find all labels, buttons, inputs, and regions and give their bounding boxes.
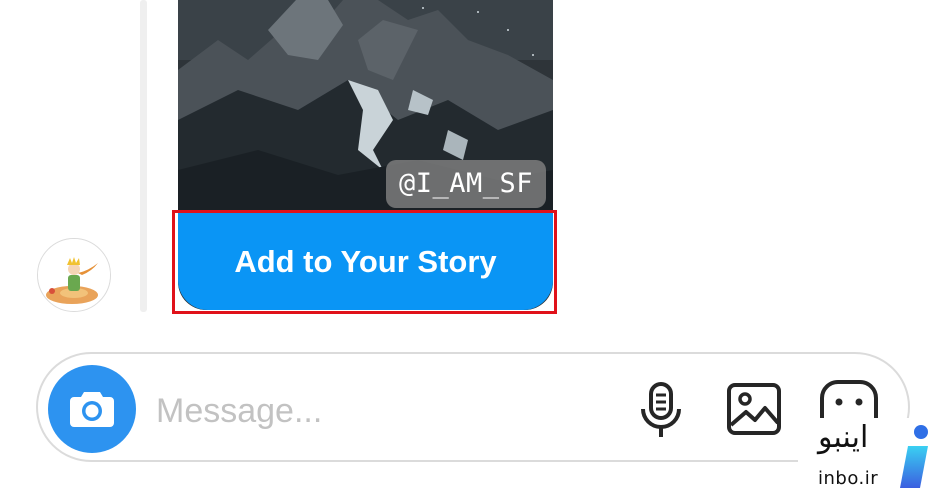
sticker-icon — [820, 380, 878, 418]
gallery-icon — [727, 383, 781, 435]
microphone-button[interactable] — [636, 381, 686, 441]
sticker-button[interactable] — [812, 376, 882, 418]
avatar-image — [38, 239, 110, 311]
camera-button[interactable] — [48, 365, 136, 453]
inbo-logo-icon — [900, 425, 928, 488]
watermark-text-en: inbo.ir — [818, 468, 879, 489]
username-tag: @I_AM_SF — [386, 160, 547, 208]
add-to-story-button[interactable]: Add to Your Story — [178, 213, 553, 310]
thread-line — [140, 0, 147, 312]
watermark-text-fa: اینبو — [818, 420, 869, 455]
camera-icon — [70, 392, 114, 427]
avatar[interactable] — [37, 238, 111, 312]
message-input[interactable] — [156, 382, 576, 440]
gallery-button[interactable] — [726, 382, 782, 436]
microphone-icon — [641, 382, 681, 437]
